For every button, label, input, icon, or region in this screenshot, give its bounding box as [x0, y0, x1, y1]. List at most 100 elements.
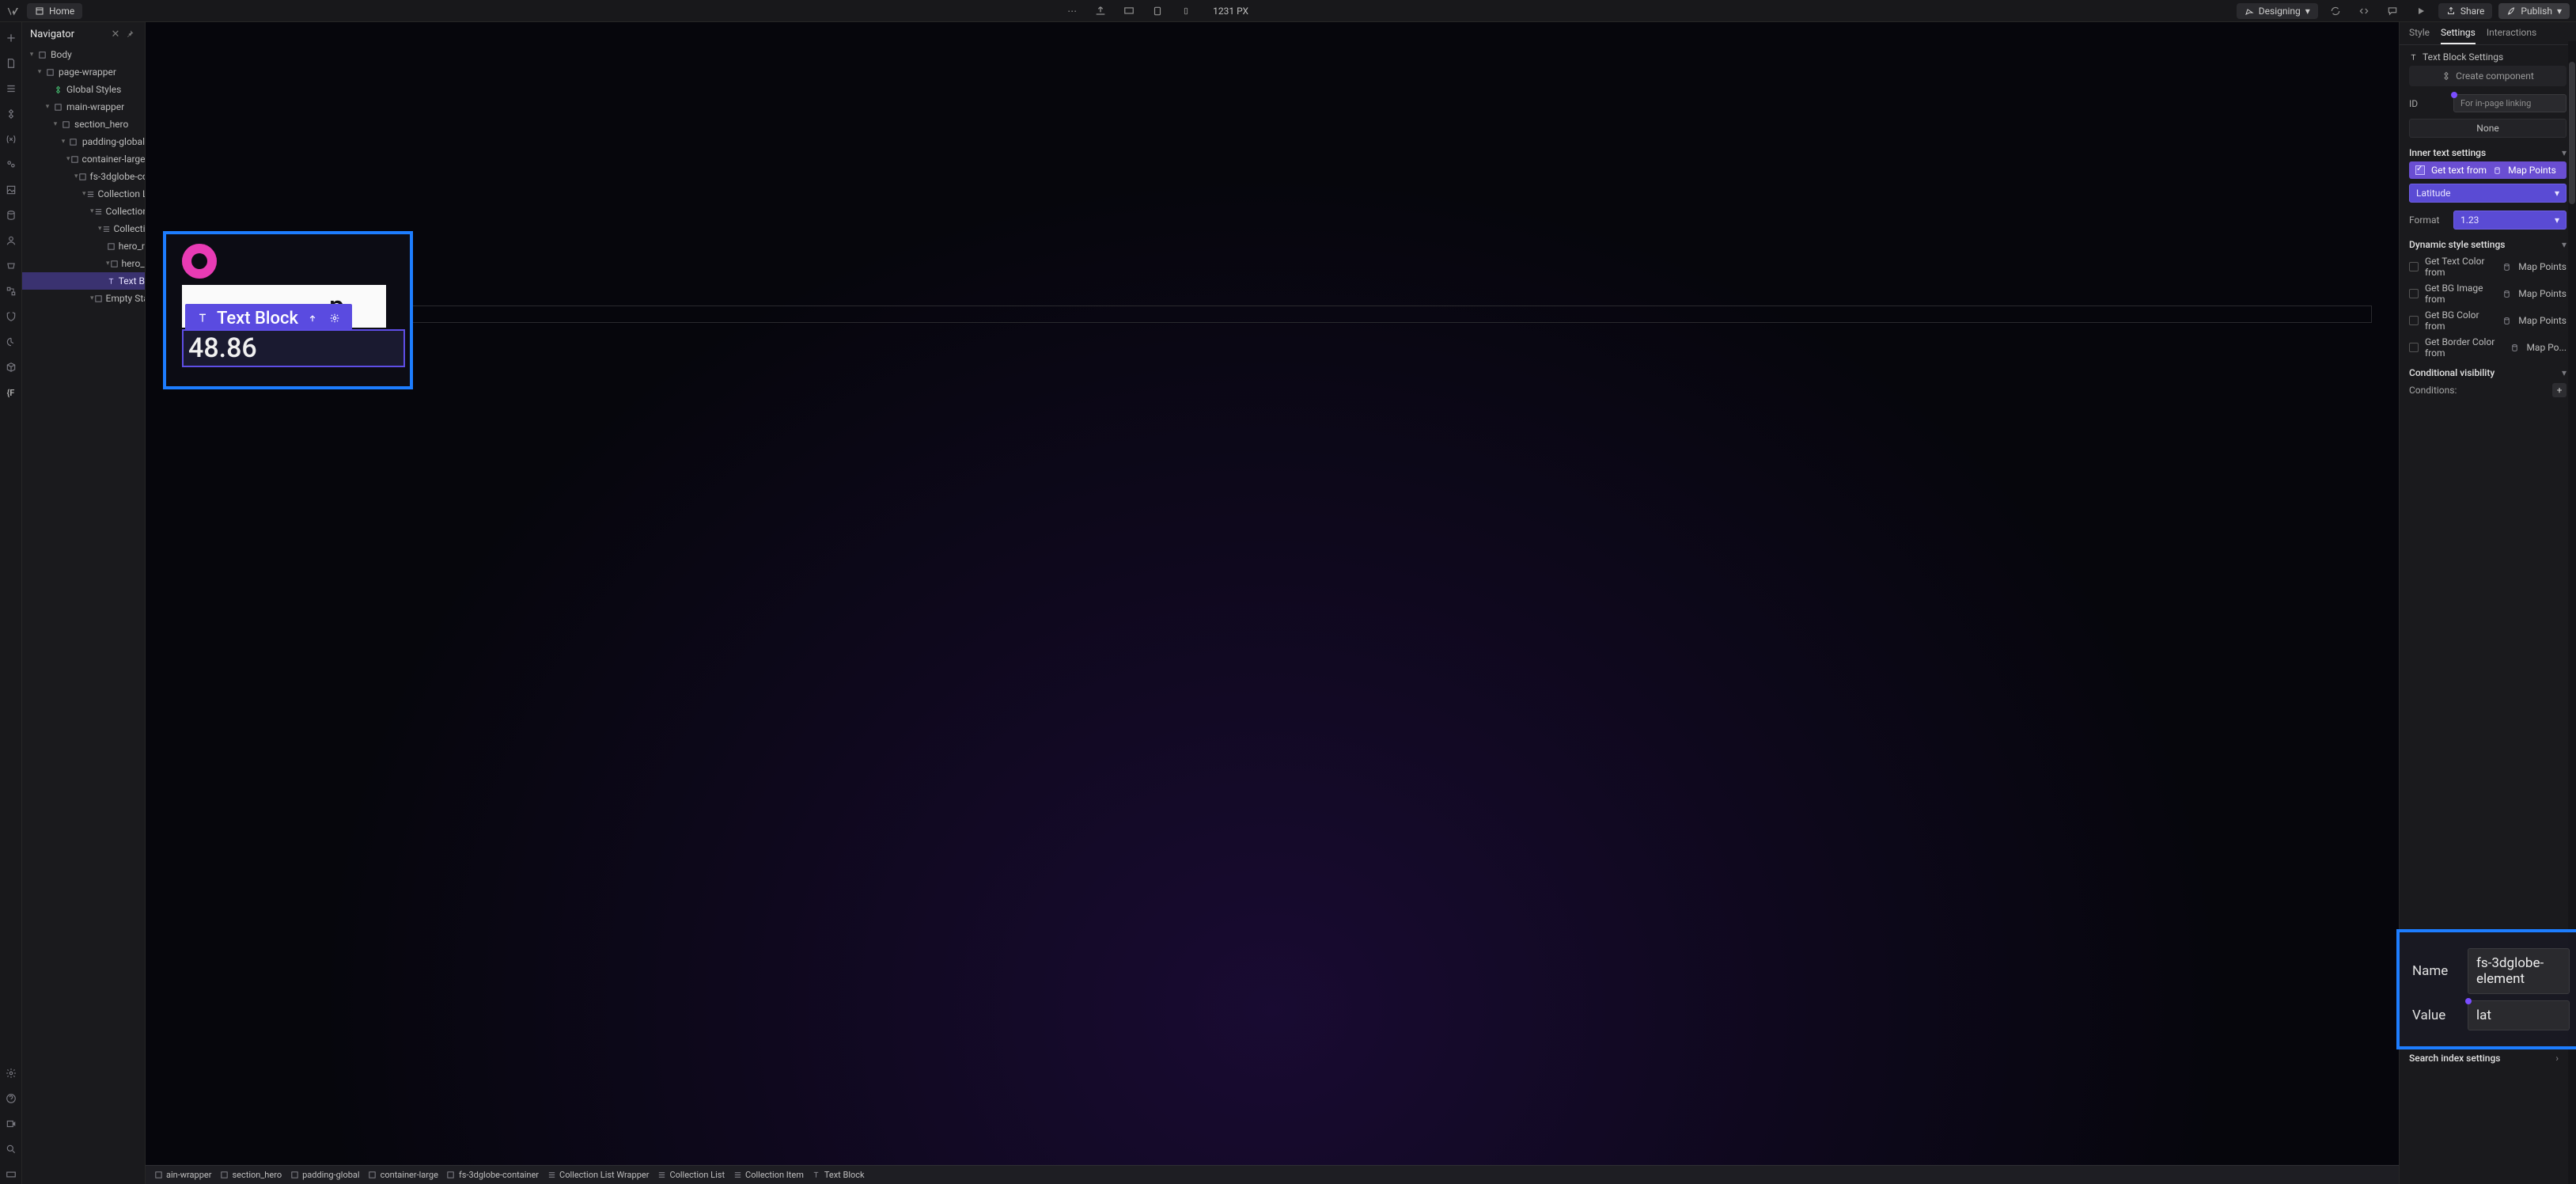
bound-field-select[interactable]: Latitude ▾ [2409, 184, 2567, 203]
more-icon[interactable]: ⋯ [1061, 0, 1083, 22]
attr-name-input[interactable]: fs-3dglobe-element [2468, 948, 2570, 994]
logic-icon[interactable] [2, 282, 21, 301]
ds-checkbox[interactable] [2409, 343, 2419, 352]
ecommerce-icon[interactable] [2, 256, 21, 275]
tree-row[interactable]: ▾container-large [22, 150, 145, 168]
tree-row[interactable]: ▾hero_r [22, 255, 145, 272]
ds-checkbox[interactable] [2409, 289, 2419, 298]
chevron-down-icon[interactable]: ▾ [2562, 239, 2567, 250]
chevron-right-icon[interactable]: › [2555, 1053, 2559, 1064]
selected-collection-item[interactable]: p Text Block 48.86 [163, 231, 413, 389]
create-component-button[interactable]: Create component [2409, 66, 2567, 86]
breadcrumb[interactable]: ain-wrapper section_hero padding-global con… [146, 1165, 2399, 1184]
tree-row[interactable]: ▾Empty Stat [22, 290, 145, 307]
format-select[interactable]: 1.23 ▾ [2453, 211, 2567, 230]
crumb[interactable]: fs-3dglobe-container [446, 1170, 539, 1180]
pin-icon[interactable] [123, 27, 137, 41]
tree-row[interactable]: ▾fs-3dglobe-con [22, 168, 145, 185]
pages-icon[interactable] [2, 54, 21, 73]
crumb[interactable]: ain-wrapper [153, 1170, 211, 1180]
add-condition-button[interactable]: + [2552, 383, 2567, 397]
text-block-badge[interactable]: Text Block [185, 304, 352, 332]
export-icon[interactable] [1089, 0, 1112, 22]
tree-row[interactable]: ▾Collection [22, 203, 145, 220]
settings-gear-icon[interactable] [2, 1064, 21, 1083]
style-icon[interactable] [2, 155, 21, 174]
scrollbar-thumb[interactable] [2569, 62, 2575, 204]
tree-row[interactable]: Text B [22, 272, 145, 290]
inner-text-header: Inner text settings [2409, 147, 2486, 158]
chevron-down-icon[interactable]: ▾ [2562, 367, 2567, 378]
comment-icon[interactable] [2381, 0, 2404, 22]
link-up-icon[interactable] [305, 310, 320, 326]
search-icon[interactable] [2, 1140, 21, 1159]
cms-bind-dot-icon [2451, 92, 2457, 98]
tablet-icon[interactable] [1146, 0, 1169, 22]
cms-icon[interactable] [2, 206, 21, 225]
tree-row[interactable]: hero_r [22, 237, 145, 255]
tree-row[interactable]: ▾Collection Lis [22, 185, 145, 203]
gear-icon[interactable] [327, 310, 343, 326]
tab-style[interactable]: Style [2409, 27, 2430, 44]
dynamic-style-row[interactable]: Get Border Color fromMap Po... [2400, 334, 2576, 361]
ds-checkbox[interactable] [2409, 262, 2419, 271]
crumb[interactable]: Collection Item [733, 1170, 804, 1180]
apps-icon[interactable] [2, 307, 21, 326]
home-button[interactable]: Home [27, 3, 82, 19]
crumb[interactable]: Collection List [657, 1170, 725, 1180]
tab-settings[interactable]: Settings [2441, 27, 2476, 44]
crumb[interactable]: section_hero [219, 1170, 282, 1180]
tree-row[interactable]: ▾main-wrapper [22, 98, 145, 116]
get-text-checkbox[interactable] [2415, 165, 2425, 175]
add-element-icon[interactable] [2, 28, 21, 47]
publish-button[interactable]: Publish ▾ [2498, 3, 2570, 19]
crumb[interactable]: Collection List Wrapper [547, 1170, 649, 1180]
webflow-logo-icon[interactable] [6, 4, 21, 18]
help-icon[interactable] [2, 1089, 21, 1108]
tree-row[interactable]: ▾page-wrapper [22, 63, 145, 81]
text-block-value[interactable]: 48.86 [182, 329, 405, 367]
navigator-icon[interactable] [2, 79, 21, 98]
tree-row[interactable]: ▾padding-global [22, 133, 145, 150]
tab-interactions[interactable]: Interactions [2487, 27, 2536, 44]
code-icon[interactable] [2353, 0, 2375, 22]
share-button[interactable]: Share [2438, 3, 2493, 19]
ds-checkbox[interactable] [2409, 316, 2419, 325]
get-text-from-row[interactable]: Get text from Map Points [2409, 161, 2567, 179]
variables-icon[interactable] [2, 130, 21, 149]
canvas[interactable]: p Text Block 48.86 ain-wrapper section_he… [146, 22, 2399, 1184]
desktop-icon[interactable] [1118, 0, 1140, 22]
chevron-down-icon[interactable]: ▾ [2562, 147, 2567, 158]
attr-value-input[interactable]: lat [2468, 1000, 2570, 1030]
dynamic-style-row[interactable]: Get BG Color fromMap Points [2400, 307, 2576, 334]
publish-label: Publish [2521, 6, 2552, 17]
tree-row[interactable]: ▾Collectio [22, 220, 145, 237]
mode-toggle[interactable]: Designing ▾ [2237, 3, 2318, 19]
mobile-icon[interactable] [1175, 0, 1197, 22]
visibility-none[interactable]: None [2409, 119, 2567, 138]
tree-row[interactable]: Global Styles [22, 81, 145, 98]
cube-icon[interactable] [2, 358, 21, 377]
navigator-tree[interactable]: ▾Body▾page-wrapperGlobal Styles▾main-wra… [22, 46, 145, 307]
id-input[interactable]: For in-page linking [2453, 94, 2567, 112]
crumb[interactable]: Text Block [812, 1170, 865, 1180]
assets-icon[interactable] [2, 180, 21, 199]
finsweet-icon[interactable]: {F [2, 383, 21, 402]
sync-icon[interactable] [2324, 0, 2347, 22]
preview-icon[interactable] [2410, 0, 2432, 22]
users-icon[interactable] [2, 231, 21, 250]
dynamic-style-row[interactable]: Get Text Color fromMap Points [2400, 253, 2576, 280]
video-icon[interactable] [2, 1114, 21, 1133]
dynamic-style-row[interactable]: Get BG Image fromMap Points [2400, 280, 2576, 307]
audit-icon[interactable] [2, 332, 21, 351]
canvas-size[interactable]: 1231 PX [1213, 6, 1248, 17]
crumb[interactable]: padding-global [290, 1170, 360, 1180]
components-icon[interactable] [2, 104, 21, 123]
close-icon[interactable]: ✕ [108, 27, 123, 41]
tree-row[interactable]: ▾Body [22, 46, 145, 63]
format-label: Format [2409, 214, 2447, 226]
tree-row[interactable]: ▾section_hero [22, 116, 145, 133]
crumb[interactable]: container-large [368, 1170, 438, 1180]
attr-name-label: Name [2412, 963, 2457, 979]
keyboard-icon[interactable] [2, 1165, 21, 1184]
